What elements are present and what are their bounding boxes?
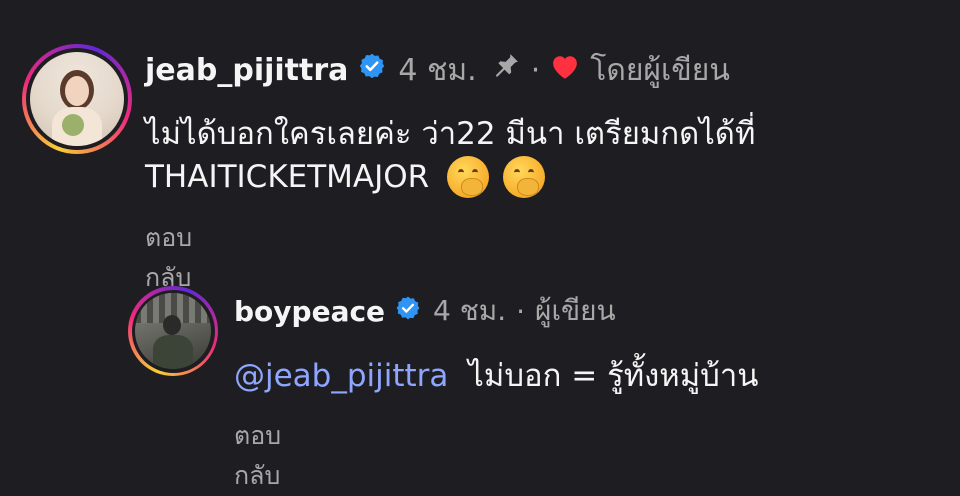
- reply-text: @jeab_pijittra ไม่บอก = รู้ทั้งหมู่บ้าน: [234, 350, 758, 400]
- reply-text-content: ไม่บอก = รู้ทั้งหมู่บ้าน: [468, 358, 759, 394]
- comment-text-line2-row: THAITICKETMAJOR: [145, 153, 546, 201]
- avatar-ring-boypeace[interactable]: [128, 286, 218, 376]
- reply-button-boypeace[interactable]: ตอบกลับ: [234, 416, 281, 496]
- avatar-boypeace: [135, 293, 211, 369]
- comment-header-boypeace: boypeace 4 ชม. · ผู้เขียน: [234, 294, 616, 328]
- pin-icon: [491, 51, 521, 89]
- comment-text-line1: ไม่ได้บอกใครเลยค่ะ ว่า22 มีนา เตรียมกดได…: [145, 116, 756, 152]
- heart-icon: [550, 52, 580, 88]
- hand-over-mouth-emoji-icon: [447, 156, 490, 198]
- timestamp-boypeace: 4 ชม.: [433, 294, 507, 327]
- timestamp-jeab: 4 ชม.: [398, 52, 477, 88]
- avatar-jeab: [30, 52, 124, 146]
- liked-by-author-label: โดยผู้เขียน: [590, 52, 730, 88]
- verified-badge-icon: [358, 52, 386, 88]
- comment-header-jeab: jeab_pijittra 4 ชม. · โดยผู้เขียน: [145, 52, 730, 88]
- separator-dot: ·: [516, 294, 526, 328]
- mention-link[interactable]: @jeab_pijittra: [234, 358, 448, 394]
- hand-over-mouth-emoji-icon: [503, 156, 546, 198]
- separator-dot: ·: [530, 52, 541, 88]
- comment-text-line2: THAITICKETMAJOR: [145, 159, 430, 195]
- avatar-ring-jeab[interactable]: [22, 44, 132, 154]
- verified-badge-icon: [395, 295, 421, 328]
- username-boypeace[interactable]: boypeace: [234, 295, 385, 328]
- author-label: ผู้เขียน: [535, 294, 616, 327]
- username-jeab[interactable]: jeab_pijittra: [145, 53, 348, 88]
